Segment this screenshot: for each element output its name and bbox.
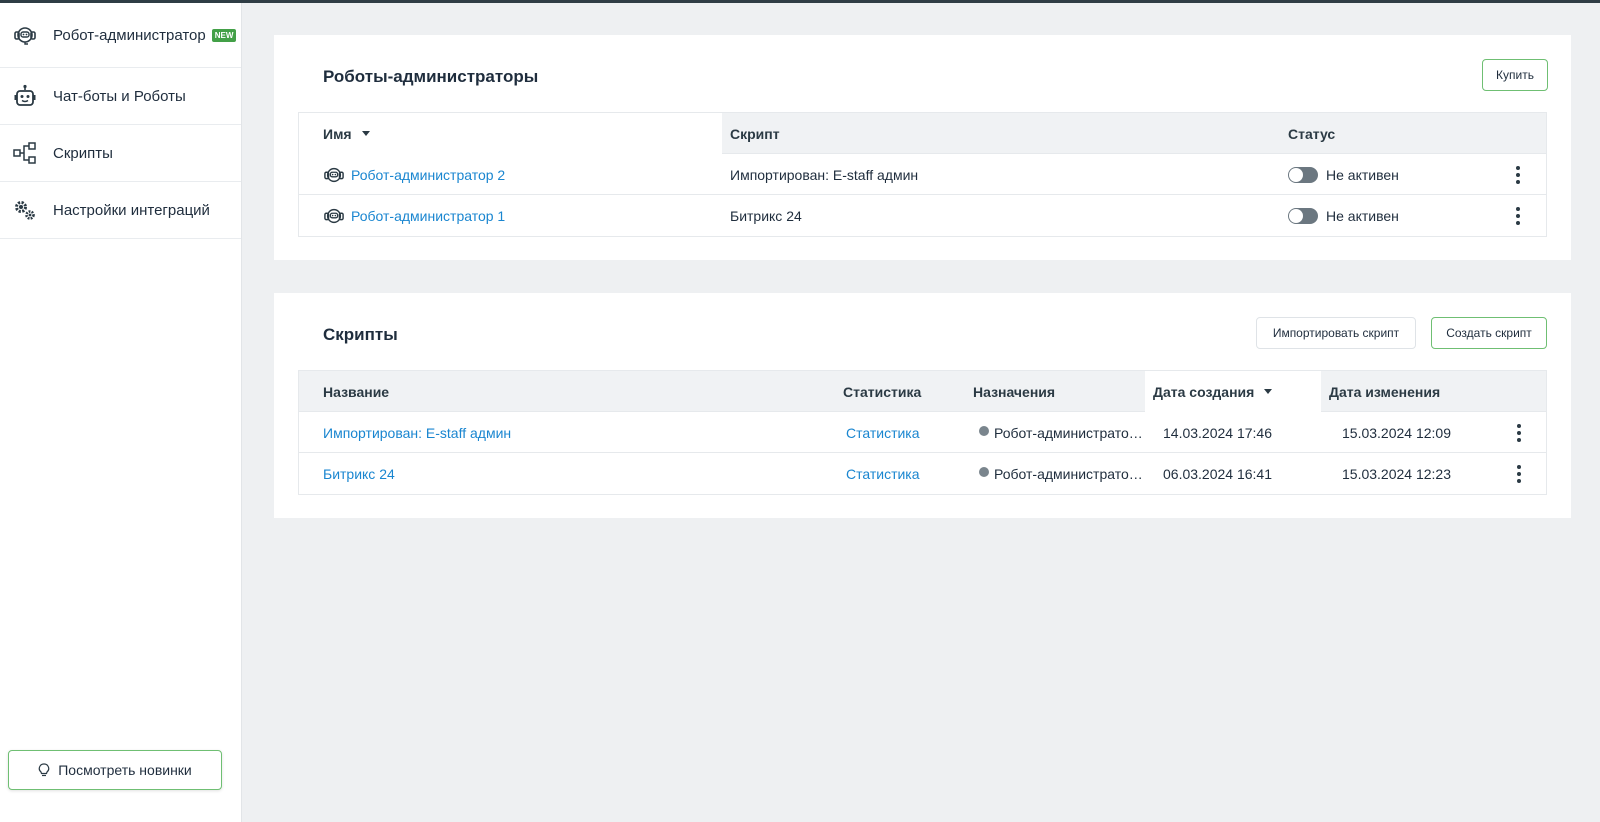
whats-new-button[interactable]: Посмотреть новинки bbox=[8, 750, 222, 790]
column-header-name[interactable]: Имя bbox=[299, 113, 722, 154]
table-header: Имя Скрипт Статус bbox=[299, 113, 1546, 154]
created-date-cell: 06.03.2024 16:41 bbox=[1163, 465, 1272, 482]
row-menu-cell bbox=[1510, 195, 1526, 236]
table-header: Название Статистика Назначения Дата созд… bbox=[299, 371, 1546, 412]
robots-card: Роботы-администраторы Купить Имя Скрипт … bbox=[274, 35, 1571, 260]
script-name-link[interactable]: Импортирован: E-staff админ bbox=[323, 425, 511, 441]
lightbulb-icon bbox=[38, 763, 50, 777]
status-toggle[interactable] bbox=[1288, 166, 1318, 183]
statistics-link[interactable]: Статистика bbox=[846, 425, 920, 441]
more-vertical-icon[interactable] bbox=[1510, 204, 1526, 228]
column-header-modified-date: Дата изменения bbox=[1329, 383, 1441, 400]
flow-diagram-icon bbox=[13, 141, 37, 165]
column-header-title: Название bbox=[323, 383, 390, 400]
more-vertical-icon[interactable] bbox=[1510, 163, 1526, 187]
import-script-button[interactable]: Импортировать скрипт bbox=[1256, 317, 1416, 349]
robot-status-cell: Не активен bbox=[1288, 154, 1399, 195]
statistics-link[interactable]: Статистика bbox=[846, 466, 920, 482]
statistics-cell: Статистика bbox=[846, 412, 920, 453]
robot-name-link[interactable]: Робот-администратор 2 bbox=[351, 167, 505, 183]
new-badge: NEW bbox=[211, 29, 237, 43]
row-menu-cell bbox=[1511, 412, 1527, 453]
whats-new-label: Посмотреть новинки bbox=[58, 762, 192, 778]
sidebar-item-label: Чат-боты и Роботы bbox=[53, 87, 186, 105]
status-dot bbox=[979, 467, 989, 477]
sidebar-item-chatbots[interactable]: Чат-боты и Роботы bbox=[0, 68, 241, 125]
row-menu-cell bbox=[1510, 154, 1526, 195]
sidebar-item-label: Скрипты bbox=[53, 144, 113, 162]
table-row: Импортирован: E-staff админ Статистика Р… bbox=[299, 412, 1546, 453]
robots-title: Роботы-администраторы bbox=[323, 67, 539, 86]
assignment-label: Робот-администрато… bbox=[994, 424, 1143, 441]
status-dot bbox=[979, 426, 989, 436]
status-label: Не активен bbox=[1326, 207, 1399, 224]
assignment-label: Робот-администрато… bbox=[994, 465, 1143, 482]
assignment-cell: Робот-администрато… bbox=[979, 412, 1143, 453]
sidebar: Робот-администратор NEW Чат-боты и Роботы… bbox=[0, 3, 242, 822]
sidebar-item-label: Робот-администратор NEW bbox=[53, 27, 237, 44]
gears-icon bbox=[13, 198, 37, 222]
sidebar-item-scripts[interactable]: Скрипты bbox=[0, 125, 241, 182]
script-name-cell: Битрикс 24 bbox=[323, 453, 395, 494]
script-name-link[interactable]: Битрикс 24 bbox=[323, 466, 395, 482]
robot-name-cell: Робот-администратор 1 bbox=[323, 195, 505, 236]
robot-script-cell: Импортирован: E-staff админ bbox=[730, 166, 919, 183]
statistics-cell: Статистика bbox=[846, 453, 920, 494]
sidebar-item-robot-admin[interactable]: Робот-администратор NEW bbox=[0, 3, 241, 68]
more-vertical-icon[interactable] bbox=[1511, 421, 1527, 445]
sidebar-item-integration-settings[interactable]: Настройки интеграций bbox=[0, 182, 241, 239]
robot-headset-icon bbox=[323, 165, 345, 185]
create-script-button[interactable]: Создать скрипт bbox=[1431, 317, 1547, 349]
more-vertical-icon[interactable] bbox=[1511, 462, 1527, 486]
column-header-assignments: Назначения bbox=[973, 383, 1056, 400]
robot-name-link[interactable]: Робот-администратор 1 bbox=[351, 208, 505, 224]
column-header-status: Статус bbox=[1288, 125, 1336, 142]
robots-table: Имя Скрипт Статус Робот-администратор 2 … bbox=[298, 112, 1547, 237]
sort-down-icon bbox=[361, 131, 370, 136]
scripts-title: Скрипты bbox=[323, 325, 398, 344]
robot-script-cell: Битрикс 24 bbox=[730, 207, 802, 224]
status-label: Не активен bbox=[1326, 166, 1399, 183]
table-row: Робот-администратор 2 Импортирован: E-st… bbox=[299, 154, 1546, 195]
chatbot-icon bbox=[13, 84, 37, 108]
assignment-cell: Робот-администрато… bbox=[979, 453, 1143, 494]
column-header-statistics: Статистика bbox=[843, 383, 922, 400]
robot-headset-icon bbox=[13, 23, 37, 47]
modified-date-cell: 15.03.2024 12:09 bbox=[1342, 424, 1451, 441]
created-date-cell: 14.03.2024 17:46 bbox=[1163, 424, 1272, 441]
sidebar-item-label: Настройки интеграций bbox=[53, 201, 210, 219]
sort-down-icon bbox=[1264, 389, 1273, 394]
robot-name-cell: Робот-администратор 2 bbox=[323, 154, 505, 195]
row-menu-cell bbox=[1511, 453, 1527, 494]
buy-button[interactable]: Купить bbox=[1482, 59, 1548, 91]
modified-date-cell: 15.03.2024 12:23 bbox=[1342, 465, 1451, 482]
table-row: Битрикс 24 Статистика Робот-администрато… bbox=[299, 453, 1546, 494]
scripts-table: Название Статистика Назначения Дата созд… bbox=[298, 370, 1547, 495]
robot-status-cell: Не активен bbox=[1288, 195, 1399, 236]
column-header-script: Скрипт bbox=[730, 125, 780, 142]
column-header-created-date[interactable]: Дата создания bbox=[1145, 371, 1321, 412]
status-toggle[interactable] bbox=[1288, 207, 1318, 224]
scripts-card: Скрипты Импортировать скрипт Создать скр… bbox=[274, 293, 1571, 518]
script-name-cell: Импортирован: E-staff админ bbox=[323, 412, 511, 453]
robot-headset-icon bbox=[323, 206, 345, 226]
table-row: Робот-администратор 1 Битрикс 24 Не акти… bbox=[299, 195, 1546, 236]
